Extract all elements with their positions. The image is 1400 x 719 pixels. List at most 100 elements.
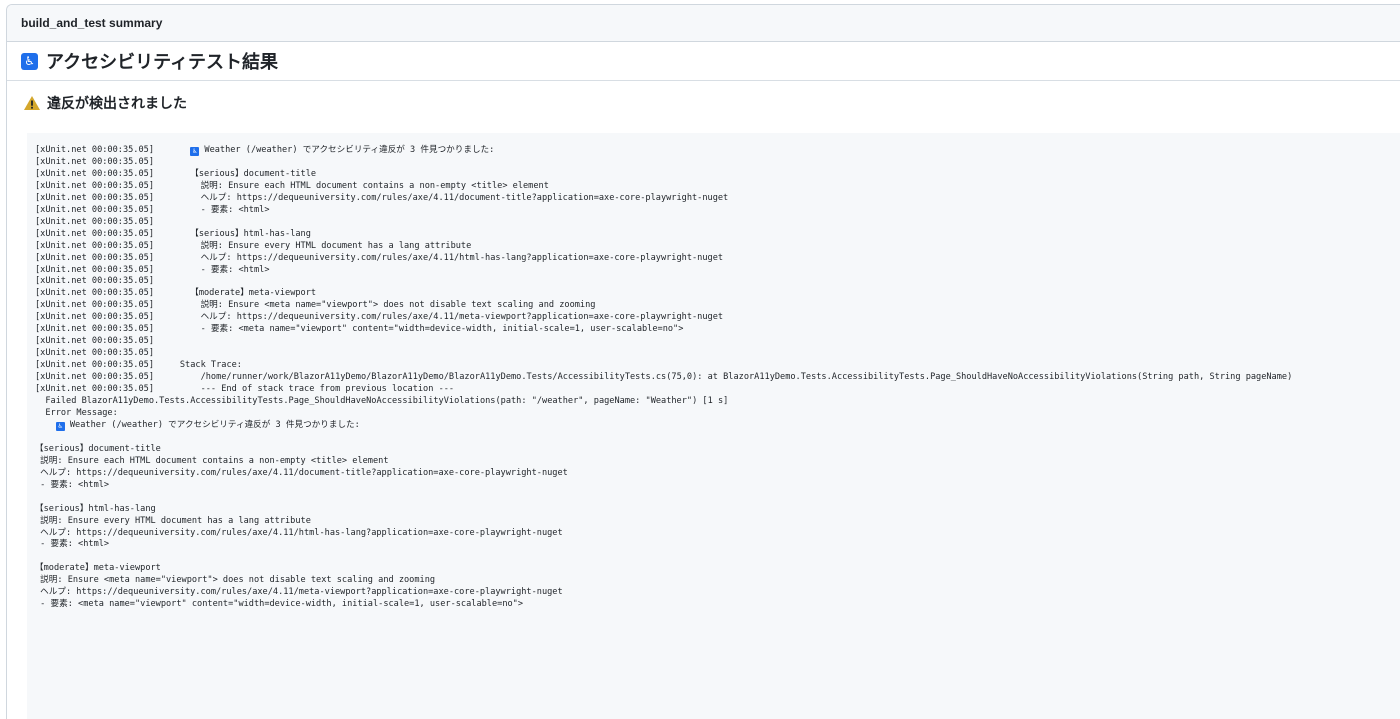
page-heading: ♿ アクセシビリティテスト結果	[7, 42, 1400, 81]
log-line: [xUnit.net 00:00:35.05] ヘルプ: https://deq…	[35, 193, 728, 203]
log-line: ♿ Weather (/weather) でアクセシビリティ違反が 3 件見つか…	[35, 419, 360, 431]
log-line: - 要素: <html>	[35, 480, 109, 490]
log-line: [xUnit.net 00:00:35.05] 説明: Ensure <meta…	[35, 300, 595, 310]
accessibility-icon: ♿	[21, 52, 38, 70]
log-line: [xUnit.net 00:00:35.05] 【serious】html-ha…	[35, 229, 311, 239]
log-message: Stack Trace:	[179, 360, 242, 371]
log-prefix: [xUnit.net 00:00:35.05]	[35, 372, 191, 383]
log-line: [xUnit.net 00:00:35.05] /home/runner/wor…	[35, 372, 1292, 382]
log-line: Error Message:	[35, 407, 118, 418]
log-message: 【serious】html-has-lang	[190, 228, 311, 239]
log-message: - 要素: <meta name="viewport" content="wid…	[35, 599, 524, 610]
log-message: - 要素: <html>	[190, 204, 270, 215]
log-message: 説明: Ensure every HTML document has a lan…	[35, 515, 311, 526]
log-line: [xUnit.net 00:00:35.05] - 要素: <html>	[35, 205, 270, 215]
log-prefix: [xUnit.net 00:00:35.05]	[35, 228, 191, 239]
section-heading-text: 違反が検出されました	[47, 95, 187, 111]
log-message: 説明: Ensure <meta name="viewport"> does n…	[190, 300, 596, 311]
log-line: [xUnit.net 00:00:35.05] ヘルプ: https://deq…	[35, 312, 723, 322]
log-message: /home/runner/work/BlazorA11yDemo/BlazorA…	[190, 372, 1293, 383]
log-line: 説明: Ensure <meta name="viewport"> does n…	[35, 575, 435, 585]
log-line: [xUnit.net 00:00:35.05] ヘルプ: https://deq…	[35, 253, 723, 263]
log-prefix: [xUnit.net 00:00:35.05]	[35, 384, 191, 395]
log-line: - 要素: <html>	[35, 539, 109, 549]
log-prefix: [xUnit.net 00:00:35.05]	[35, 336, 154, 347]
log-output-block[interactable]: [xUnit.net 00:00:35.05] ♿ Weather (/weat…	[27, 133, 1400, 719]
page-heading-text: アクセシビリティテスト結果	[46, 52, 279, 72]
log-line: [xUnit.net 00:00:35.05] - 要素: <html>	[35, 265, 270, 275]
log-prefix: [xUnit.net 00:00:35.05]	[35, 168, 191, 179]
log-prefix: [xUnit.net 00:00:35.05]	[35, 145, 191, 155]
log-line: [xUnit.net 00:00:35.05] Stack Trace:	[35, 360, 242, 370]
log-line: [xUnit.net 00:00:35.05] 説明: Ensure each …	[35, 181, 549, 191]
log-message: 【moderate】meta-viewport	[35, 563, 161, 574]
log-message: 【moderate】meta-viewport	[190, 288, 317, 299]
log-message: ヘルプ: https://dequeuniversity.com/rules/a…	[190, 192, 729, 203]
log-message: ヘルプ: https://dequeuniversity.com/rules/a…	[35, 467, 568, 478]
log-message: ヘルプ: https://dequeuniversity.com/rules/a…	[35, 527, 563, 538]
log-message: ヘルプ: https://dequeuniversity.com/rules/a…	[35, 587, 563, 598]
log-line: ヘルプ: https://dequeuniversity.com/rules/a…	[35, 468, 568, 478]
log-message: --- End of stack trace from previous loc…	[190, 384, 455, 395]
log-line: 説明: Ensure every HTML document has a lan…	[35, 516, 311, 526]
log-prefix: [xUnit.net 00:00:35.05]	[35, 252, 191, 263]
accessibility-icon: ♿	[190, 147, 200, 156]
log-message: - 要素: <html>	[35, 479, 110, 490]
log-line: [xUnit.net 00:00:35.05]	[35, 336, 154, 346]
log-prefix: [xUnit.net 00:00:35.05]	[35, 156, 154, 167]
summary-title: build_and_test summary	[7, 5, 1400, 42]
log-prefix: [xUnit.net 00:00:35.05]	[35, 300, 191, 311]
section-heading: 違反が検出されました	[7, 81, 1400, 125]
log-line: 説明: Ensure each HTML document contains a…	[35, 455, 389, 466]
log-prefix: [xUnit.net 00:00:35.05]	[35, 312, 191, 323]
log-line: [xUnit.net 00:00:35.05] 【serious】documen…	[35, 169, 316, 179]
log-prefix: [xUnit.net 00:00:35.05]	[35, 264, 191, 275]
log-prefix	[35, 420, 56, 430]
log-message: Failed BlazorA11yDemo.Tests.Accessibilit…	[35, 396, 729, 407]
log-prefix: [xUnit.net 00:00:35.05]	[35, 216, 154, 227]
log-line: [xUnit.net 00:00:35.05]	[35, 348, 154, 358]
log-prefix: [xUnit.net 00:00:35.05]	[35, 204, 191, 215]
log-message: 【serious】document-title	[35, 443, 161, 454]
warning-icon	[24, 96, 40, 110]
accessibility-icon: ♿	[55, 421, 65, 431]
log-message: Weather (/weather) でアクセシビリティ違反が 3 件見つかりま…	[64, 419, 360, 430]
log-message: ヘルプ: https://dequeuniversity.com/rules/a…	[190, 252, 724, 263]
log-prefix: [xUnit.net 00:00:35.05]	[35, 348, 154, 359]
log-message: 説明: Ensure <meta name="viewport"> does n…	[35, 575, 436, 586]
log-prefix: [xUnit.net 00:00:35.05]	[35, 192, 191, 203]
log-line: [xUnit.net 00:00:35.05] 説明: Ensure every…	[35, 241, 471, 251]
job-summary-panel: build_and_test summary ♿ アクセシビリティテスト結果 違…	[6, 4, 1400, 719]
log-line: 【serious】document-title	[35, 444, 161, 454]
log-prefix: [xUnit.net 00:00:35.05]	[35, 240, 191, 251]
log-prefix: [xUnit.net 00:00:35.05]	[35, 276, 154, 287]
log-line: ヘルプ: https://dequeuniversity.com/rules/a…	[35, 527, 563, 538]
log-line: ヘルプ: https://dequeuniversity.com/rules/a…	[35, 587, 563, 598]
log-message: ヘルプ: https://dequeuniversity.com/rules/a…	[190, 312, 724, 323]
log-line: [xUnit.net 00:00:35.05] --- End of stack…	[35, 384, 454, 394]
log-message: Error Message:	[35, 407, 118, 418]
log-prefix: [xUnit.net 00:00:35.05]	[35, 324, 191, 335]
log-message: 【serious】document-title	[190, 168, 317, 179]
log-line: [xUnit.net 00:00:35.05] - 要素: <meta name…	[35, 324, 683, 334]
log-message: 説明: Ensure every HTML document has a lan…	[190, 240, 472, 251]
log-message: - 要素: <html>	[190, 264, 270, 275]
log-line: [xUnit.net 00:00:35.05] 【moderate】meta-v…	[35, 288, 316, 298]
log-message: 説明: Ensure each HTML document contains a…	[35, 455, 389, 466]
log-line: [xUnit.net 00:00:35.05]	[35, 157, 154, 167]
log-line: [xUnit.net 00:00:35.05]	[35, 276, 154, 286]
log-text: [xUnit.net 00:00:35.05] ♿ Weather (/weat…	[35, 145, 1400, 611]
log-prefix: [xUnit.net 00:00:35.05]	[35, 360, 180, 371]
log-line: [xUnit.net 00:00:35.05]	[35, 217, 154, 227]
log-line: 【moderate】meta-viewport	[35, 563, 161, 573]
log-line: Failed BlazorA11yDemo.Tests.Accessibilit…	[35, 396, 728, 406]
log-line: - 要素: <meta name="viewport" content="wid…	[35, 599, 523, 609]
log-prefix: [xUnit.net 00:00:35.05]	[35, 288, 191, 299]
log-prefix: [xUnit.net 00:00:35.05]	[35, 180, 191, 191]
log-message: 説明: Ensure each HTML document contains a…	[190, 180, 549, 191]
log-line: 【serious】html-has-lang	[35, 504, 156, 514]
log-message: - 要素: <meta name="viewport" content="wid…	[190, 324, 684, 335]
log-line: [xUnit.net 00:00:35.05] ♿ Weather (/weat…	[35, 145, 495, 156]
log-message: Weather (/weather) でアクセシビリティ違反が 3 件見つかりま…	[199, 145, 495, 155]
log-message: - 要素: <html>	[35, 539, 110, 550]
